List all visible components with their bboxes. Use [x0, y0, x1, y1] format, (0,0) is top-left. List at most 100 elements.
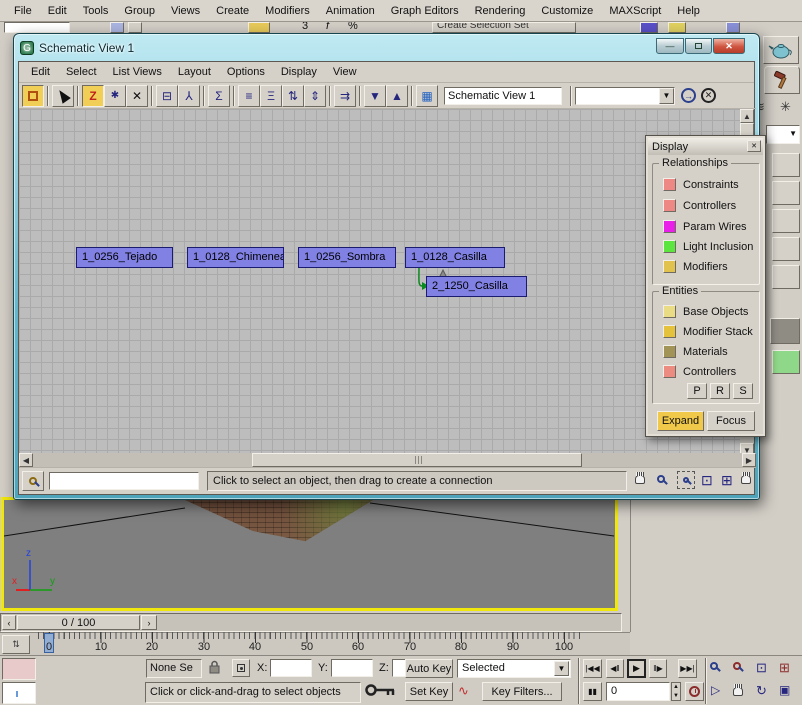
free-all-button[interactable]: ⇅: [282, 85, 304, 107]
sv-pan-selected-button[interactable]: [741, 475, 751, 487]
find-button[interactable]: [22, 471, 44, 491]
arrange-selected-button[interactable]: Ξ: [260, 85, 282, 107]
move-children-button[interactable]: ⇉: [334, 85, 356, 107]
pan-button[interactable]: [733, 687, 743, 699]
sv-menu-select[interactable]: Select: [58, 64, 105, 80]
unshrink-selected-button[interactable]: ▲: [386, 85, 408, 107]
field-of-view-button[interactable]: ▷: [711, 683, 720, 697]
schematic-node[interactable]: 2_1250_Casilla: [426, 276, 527, 297]
connect-tool-button[interactable]: Z: [82, 85, 104, 107]
menu-customize[interactable]: Customize: [533, 3, 601, 19]
schematic-node[interactable]: 1_0128_Casilla: [405, 247, 505, 268]
track-bar-ruler[interactable]: 0 10 20 30 40 50 60 70 80 90 100: [32, 632, 626, 655]
rollout-fragment[interactable]: [772, 181, 800, 205]
preferences-button[interactable]: ▦: [416, 85, 438, 107]
floater-titlebar[interactable]: Display ✕: [648, 138, 763, 155]
maxscript-listener-field[interactable]: [2, 682, 36, 704]
sv-menu-layout[interactable]: Layout: [170, 64, 219, 80]
time-slider-handle[interactable]: 0 / 100: [17, 615, 140, 630]
next-frame-button[interactable]: ‖▶: [649, 659, 667, 678]
schematic-node[interactable]: 1_0256_Tejado: [76, 247, 173, 268]
bookmark-dropdown[interactable]: ▼: [575, 87, 675, 105]
auto-key-button[interactable]: Auto Key: [405, 659, 453, 678]
unlink-button[interactable]: ✱: [104, 85, 126, 107]
horizontal-scrollbar[interactable]: ◀ ▶: [19, 453, 756, 467]
time-slider-track[interactable]: ‹ 0 / 100 ›: [0, 613, 622, 632]
time-slider-prev-button[interactable]: ‹: [2, 615, 16, 630]
menu-modifiers[interactable]: Modifiers: [257, 3, 318, 19]
perspective-viewport[interactable]: x z y: [1, 497, 618, 611]
sv-pan-button[interactable]: [635, 475, 645, 487]
mini-curve-editor-button[interactable]: ⇅: [2, 635, 30, 654]
panel-dropdown[interactable]: ▼: [766, 125, 800, 144]
select-tool-button[interactable]: [52, 85, 74, 107]
view-name-field[interactable]: Schematic View 1: [444, 87, 562, 105]
selection-lock-button[interactable]: [208, 660, 223, 677]
zoom-button[interactable]: [710, 661, 729, 680]
menu-rendering[interactable]: Rendering: [467, 3, 534, 19]
gear-icon[interactable]: ✳: [780, 99, 791, 115]
shrink-selected-button[interactable]: ▼: [364, 85, 386, 107]
key-filters-button[interactable]: Key Filters...: [482, 682, 562, 701]
chevron-down-icon[interactable]: ▼: [659, 88, 674, 104]
controllers-swatch[interactable]: [663, 199, 676, 212]
floater-close-button[interactable]: ✕: [747, 140, 761, 152]
rollout-fragment-green[interactable]: [772, 350, 800, 374]
frame-spinner[interactable]: ▲▼: [671, 682, 681, 701]
base-objects-swatch[interactable]: [663, 305, 676, 318]
key-filter-dropdown[interactable]: Selected ▼: [457, 659, 571, 678]
next-bookmark-icon[interactable]: →: [681, 88, 696, 103]
free-selected-button[interactable]: ⇕: [304, 85, 326, 107]
find-input[interactable]: [49, 472, 199, 490]
schematic-node[interactable]: 1_0128_Chimenea: [187, 247, 284, 268]
zoom-extents-button[interactable]: ⊡: [756, 660, 767, 676]
utilities-tab[interactable]: [764, 66, 800, 94]
close-button[interactable]: ✕: [713, 38, 745, 54]
sv-menu-list-views[interactable]: List Views: [105, 64, 170, 80]
menu-tools[interactable]: Tools: [75, 3, 117, 19]
maximize-viewport-button[interactable]: ▣: [779, 683, 790, 697]
rollout-fragment[interactable]: [772, 237, 800, 261]
sv-menu-view[interactable]: View: [325, 64, 365, 80]
scroll-up-arrow[interactable]: ▲: [740, 109, 754, 123]
modifiers-swatch[interactable]: [663, 260, 676, 273]
sv-zoom-button[interactable]: [657, 474, 665, 486]
scroll-right-arrow[interactable]: ▶: [742, 453, 756, 467]
x-coord-field[interactable]: [270, 659, 312, 677]
set-key-big-button[interactable]: [364, 680, 398, 704]
rotation-button[interactable]: R: [710, 383, 730, 399]
menu-create[interactable]: Create: [208, 3, 257, 19]
named-selection-set-combo[interactable]: Create Selection Set: [432, 22, 576, 33]
reference-mode-button[interactable]: ⅄: [178, 85, 200, 107]
minimize-button[interactable]: —: [656, 38, 684, 54]
set-key-button[interactable]: Set Key: [405, 682, 453, 701]
focus-button[interactable]: Focus: [707, 411, 755, 431]
menu-edit[interactable]: Edit: [40, 3, 75, 19]
zoom-extents-all-button[interactable]: ⊞: [779, 660, 790, 676]
y-coord-field[interactable]: [331, 659, 373, 677]
menu-group[interactable]: Group: [116, 3, 163, 19]
sv-zoom-extents-button[interactable]: ⊡: [701, 472, 713, 489]
display-floater-toggle-button[interactable]: [22, 85, 44, 107]
render-teapot-button[interactable]: [763, 36, 799, 64]
zoom-all-button[interactable]: [733, 661, 752, 680]
menu-file[interactable]: File: [6, 3, 40, 19]
sv-menu-display[interactable]: Display: [273, 64, 325, 80]
sv-zoom-selected-button[interactable]: ⊞: [721, 472, 733, 489]
hierarchy-mode-button[interactable]: ⊟: [156, 85, 178, 107]
position-button[interactable]: P: [687, 383, 707, 399]
window-titlebar[interactable]: G Schematic View 1: [20, 38, 640, 58]
sv-menu-options[interactable]: Options: [219, 64, 273, 80]
menu-views[interactable]: Views: [163, 3, 208, 19]
constraints-swatch[interactable]: [663, 178, 676, 191]
menu-help[interactable]: Help: [669, 3, 708, 19]
light-inclusion-swatch[interactable]: [663, 240, 676, 253]
percent-snap-icon[interactable]: %: [348, 22, 358, 32]
menu-maxscript[interactable]: MAXScript: [601, 3, 669, 19]
current-frame-field[interactable]: 0: [606, 682, 670, 701]
go-to-end-button[interactable]: ▶▶|: [678, 659, 697, 678]
sv-region-zoom-button[interactable]: [677, 471, 695, 489]
schematic-canvas[interactable]: 1_0256_Tejado 1_0128_Chimenea 1_0256_Som…: [19, 109, 744, 457]
horizontal-scroll-thumb[interactable]: [252, 453, 582, 467]
time-configuration-button[interactable]: [685, 682, 704, 701]
